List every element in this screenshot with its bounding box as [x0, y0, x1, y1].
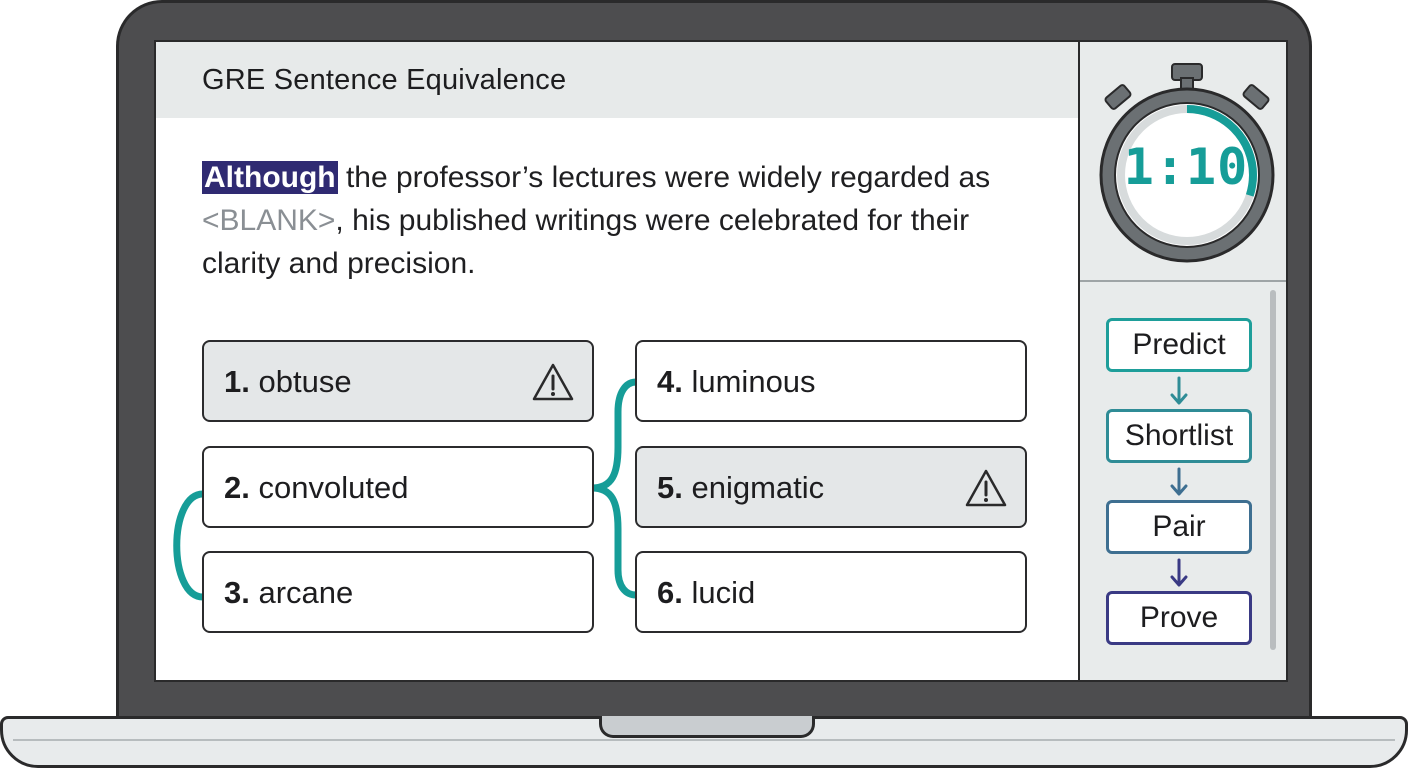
- arrow-down-icon: [1170, 467, 1188, 496]
- warning-icon: [532, 363, 574, 401]
- choice-number: 3.: [224, 575, 250, 610]
- side-panel-scrollbar[interactable]: [1270, 290, 1276, 650]
- arrow-down-icon: [1170, 558, 1188, 587]
- screen: GRE Sentence Equivalence Although the pr…: [154, 40, 1288, 682]
- question-text-part-1: the professor’s lectures were widely reg…: [337, 161, 991, 194]
- blank-placeholder: <BLANK>: [202, 204, 336, 237]
- choice-word: obtuse: [258, 364, 352, 399]
- step-predict[interactable]: Predict: [1106, 318, 1252, 372]
- answer-choice-4[interactable]: 4. luminous: [635, 340, 1027, 422]
- question-text: Although the professor’s lectures were w…: [202, 156, 1022, 285]
- choice-word: convoluted: [258, 470, 409, 505]
- panel-divider: [1080, 280, 1286, 282]
- step-pair[interactable]: Pair: [1106, 500, 1252, 554]
- timer-area: 1:10: [1080, 42, 1286, 280]
- choice-word: enigmatic: [691, 470, 825, 505]
- choice-number: 4.: [657, 364, 683, 399]
- connector-branch-6: [588, 484, 640, 599]
- answer-choice-1[interactable]: 1. obtuse: [202, 340, 594, 422]
- laptop-base: [0, 716, 1408, 768]
- answer-choice-5[interactable]: 5. enigmatic: [635, 446, 1027, 528]
- answer-choice-6[interactable]: 6. lucid: [635, 551, 1027, 633]
- choice-number: 6.: [657, 575, 683, 610]
- step-prove[interactable]: Prove: [1106, 591, 1252, 645]
- strategy-side-panel: 1:10 Predict Shortlist Pair Prove: [1078, 42, 1286, 680]
- title-bar: GRE Sentence Equivalence: [156, 42, 1078, 118]
- choice-word: lucid: [691, 575, 756, 610]
- step-shortlist[interactable]: Shortlist: [1106, 409, 1252, 463]
- choice-word: luminous: [691, 364, 816, 399]
- answer-choice-3[interactable]: 3. arcane: [202, 551, 594, 633]
- choice-number: 5.: [657, 470, 683, 505]
- warning-icon: [965, 469, 1007, 507]
- answer-choice-2[interactable]: 2. convoluted: [202, 446, 594, 528]
- laptop-trackpad-notch: [599, 716, 815, 738]
- connector-branch-4: [588, 378, 640, 492]
- timer-readout: 1:10: [1123, 138, 1249, 196]
- laptop-base-edge: [13, 739, 1395, 741]
- choice-number: 2.: [224, 470, 250, 505]
- choice-word: arcane: [258, 575, 354, 610]
- connector-2-3: [173, 490, 207, 601]
- question-panel: GRE Sentence Equivalence Although the pr…: [156, 42, 1078, 680]
- choice-number: 1.: [224, 364, 250, 399]
- page-title: GRE Sentence Equivalence: [202, 64, 567, 96]
- highlighted-keyword[interactable]: Although: [202, 161, 338, 194]
- arrow-down-icon: [1170, 376, 1188, 405]
